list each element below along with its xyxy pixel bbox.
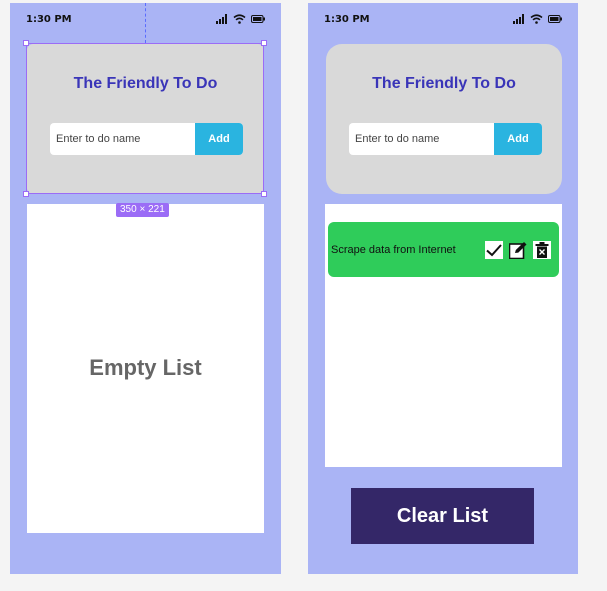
add-todo-row: Add <box>349 123 542 155</box>
battery-icon <box>548 15 562 23</box>
app-title: The Friendly To Do <box>372 75 516 92</box>
status-time: 1:30 PM <box>26 14 72 25</box>
empty-list-text: Empty List <box>89 355 202 380</box>
header-card: The Friendly To Do Add <box>326 44 562 194</box>
battery-icon <box>251 15 265 23</box>
todo-list-panel: Empty List <box>27 204 264 533</box>
resize-handle-top-left[interactable] <box>23 40 29 46</box>
status-time: 1:30 PM <box>324 14 370 25</box>
resize-handle-bottom-right[interactable] <box>261 191 267 197</box>
wifi-icon <box>530 14 543 24</box>
status-icons <box>216 14 265 24</box>
resize-handle-bottom-left[interactable] <box>23 191 29 197</box>
phone-frame-right: 1:30 PM The Friendly To Do Add Scrape da… <box>308 3 578 574</box>
clear-list-button[interactable]: Clear List <box>351 488 534 544</box>
todo-item-label: Scrape data from Internet <box>331 243 456 256</box>
resize-handle-top-right[interactable] <box>261 40 267 46</box>
todo-actions <box>485 240 551 259</box>
todo-item: Scrape data from Internet <box>328 222 559 277</box>
dimension-label: 350 × 221 <box>116 203 169 217</box>
edit-icon[interactable] <box>508 241 527 259</box>
signal-icon <box>513 14 524 24</box>
status-icons <box>513 14 562 24</box>
signal-icon <box>216 14 227 24</box>
wifi-icon <box>233 14 246 24</box>
status-bar: 1:30 PM <box>308 14 578 28</box>
selection-frame[interactable] <box>26 43 264 194</box>
todo-name-input[interactable] <box>349 123 494 155</box>
alignment-guide <box>145 3 146 43</box>
delete-icon[interactable] <box>533 240 551 259</box>
add-button[interactable]: Add <box>494 123 542 155</box>
todo-list-panel: Scrape data from Internet <box>325 204 562 467</box>
check-icon[interactable] <box>485 240 503 259</box>
